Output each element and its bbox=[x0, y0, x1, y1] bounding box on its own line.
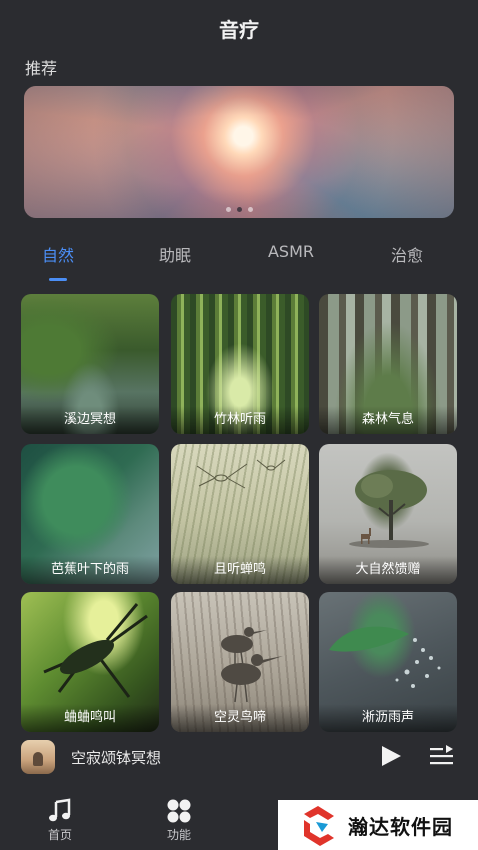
section-title-recommend: 推荐 bbox=[25, 59, 58, 78]
nav-home[interactable]: 首页 bbox=[30, 798, 90, 843]
banner-pagination bbox=[24, 207, 454, 212]
watermark-text: 瀚达软件园 bbox=[348, 814, 453, 839]
sound-card[interactable]: 竹林听雨 bbox=[171, 294, 309, 434]
track-title: 空寂颂钵冥想 bbox=[71, 749, 162, 767]
nav-features[interactable]: 功能 bbox=[149, 798, 209, 843]
sound-card-label: 芭蕉叶下的雨 bbox=[21, 556, 159, 584]
playlist-icon[interactable] bbox=[430, 745, 453, 767]
banner-dot bbox=[247, 207, 253, 212]
sound-card[interactable]: 溪边冥想 bbox=[21, 294, 159, 434]
banner-dot-active bbox=[236, 207, 242, 212]
watermark: 瀚达软件园 bbox=[278, 800, 478, 850]
sound-card-label: 溪边冥想 bbox=[21, 406, 159, 434]
sound-card-label: 森林气息 bbox=[319, 406, 457, 434]
tree-deer-illustration bbox=[349, 470, 429, 548]
category-tabs: 自然 助眠 ASMR 治愈 bbox=[0, 242, 478, 282]
nav-features-label: 功能 bbox=[166, 828, 191, 842]
sound-card[interactable]: 空灵鸟啼 bbox=[171, 592, 309, 732]
tab-asmr[interactable]: ASMR bbox=[268, 242, 314, 261]
sound-card-label: 大自然馈赠 bbox=[319, 556, 457, 584]
sound-card-label: 竹林听雨 bbox=[171, 406, 309, 434]
sound-card[interactable]: 芭蕉叶下的雨 bbox=[21, 444, 159, 584]
cicada-sketch-icon bbox=[196, 459, 286, 489]
sound-card-label: 且听蝉鸣 bbox=[171, 556, 309, 584]
birds-sketch-illustration bbox=[221, 627, 283, 703]
tab-sleep[interactable]: 助眠 bbox=[159, 242, 191, 266]
cricket-illustration bbox=[43, 603, 148, 698]
recommend-banner[interactable] bbox=[24, 86, 454, 218]
nav-home-label: 首页 bbox=[47, 828, 72, 842]
sound-card-label: 淅沥雨声 bbox=[319, 704, 457, 732]
sound-card[interactable]: 淅沥雨声 bbox=[319, 592, 457, 732]
sound-card[interactable]: 蛐蛐鸣叫 bbox=[21, 592, 159, 732]
grid-four-icon bbox=[167, 799, 191, 823]
track-cover bbox=[21, 740, 55, 774]
active-tab-indicator bbox=[49, 278, 67, 281]
leaf-raindrops-illustration bbox=[329, 626, 441, 688]
banner-dot bbox=[225, 207, 231, 212]
sound-card[interactable]: 且听蝉鸣 bbox=[171, 444, 309, 584]
sound-card[interactable]: 森林气息 bbox=[319, 294, 457, 434]
tab-healing[interactable]: 治愈 bbox=[391, 242, 423, 266]
mini-player[interactable]: 空寂颂钵冥想 bbox=[0, 730, 478, 784]
sound-card[interactable]: 大自然馈赠 bbox=[319, 444, 457, 584]
tab-nature[interactable]: 自然 bbox=[42, 242, 74, 266]
play-icon[interactable] bbox=[382, 746, 401, 766]
page-title: 音疗 bbox=[219, 18, 259, 42]
music-note-icon bbox=[49, 798, 71, 822]
sound-card-label: 空灵鸟啼 bbox=[171, 704, 309, 732]
watermark-logo-icon bbox=[304, 806, 334, 846]
sound-card-label: 蛐蛐鸣叫 bbox=[21, 704, 159, 732]
